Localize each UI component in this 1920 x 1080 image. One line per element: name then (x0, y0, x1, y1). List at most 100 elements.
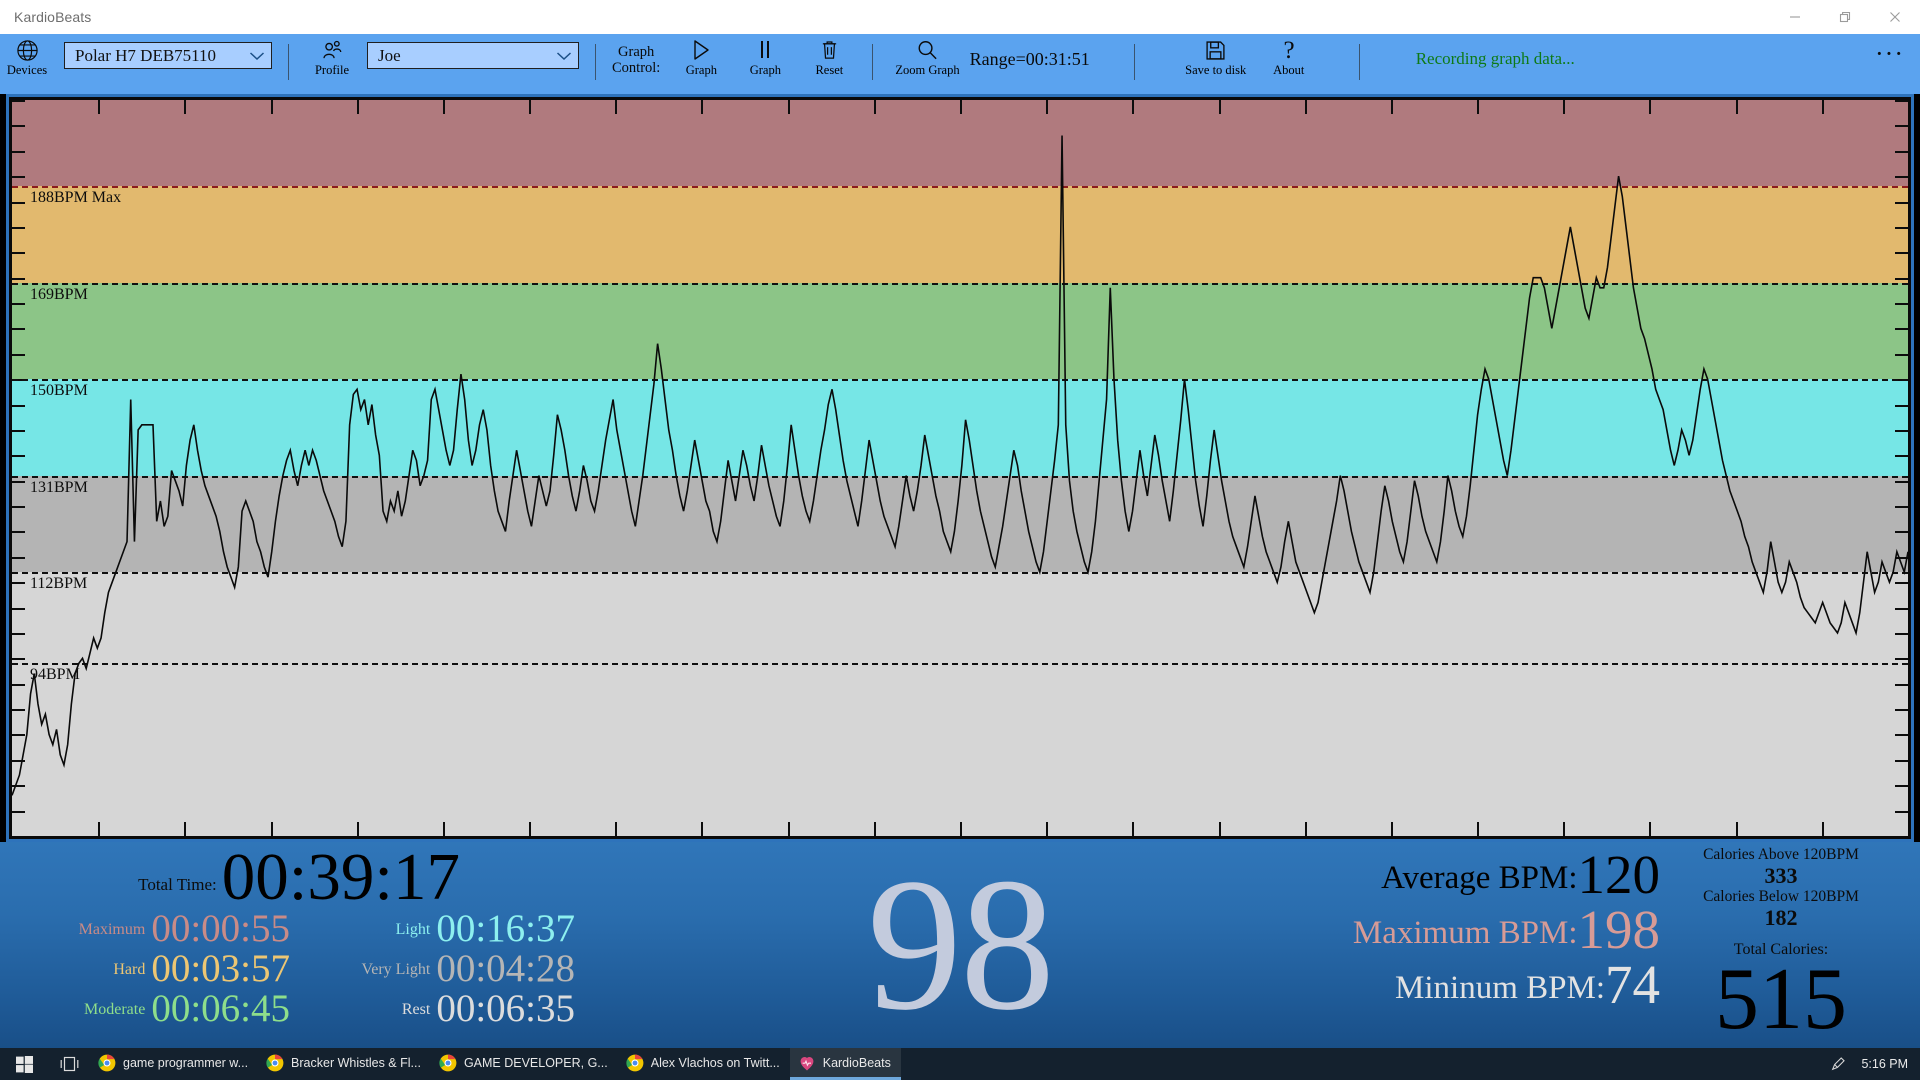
main-toolbar: Devices Polar H7 DEB75110 Profile Joe Gr… (0, 34, 1920, 94)
status-message: Recording graph data... (1415, 49, 1575, 68)
maximum-bpm-value: 198 (1577, 899, 1661, 960)
profile-select[interactable]: Joe (367, 42, 579, 69)
toolbar-divider (595, 44, 596, 80)
stats-right-column: Average BPM: 120 Maximum BPM: 198 Mininu… (1120, 842, 1920, 1048)
play-icon (691, 37, 711, 63)
pause-graph-label: Graph (749, 63, 781, 77)
zone-time-value: 00:04:28 (436, 947, 575, 990)
zone-time-label: Moderate (84, 1001, 146, 1018)
taskbar-item-label: GAME DEVELOPER, G... (463, 1055, 608, 1070)
heart-rate-graph[interactable]: 188BPM Max 169BPM 150BPM 131BPM 112BPM 94BPM (6, 94, 1914, 842)
toolbar-divider (872, 44, 874, 80)
zoom-graph-button[interactable]: Zoom Graph (889, 34, 965, 77)
minimize-icon[interactable] (1770, 0, 1820, 34)
taskbar-item[interactable]: Alex Vlachos on Twitt... (618, 1048, 790, 1080)
taskbar-item[interactable]: KardioBeats (789, 1048, 901, 1080)
toolbar-divider (1358, 44, 1360, 80)
app-window: KardioBeats Devices Polar H7 DEB75110 Pr… (0, 0, 1920, 1080)
zone-time-row: Moderate 00:06:45 (0, 988, 290, 1028)
pen-icon[interactable] (1823, 1056, 1853, 1072)
devices-button[interactable]: Devices (0, 34, 54, 77)
graph-control-label: Graph Control: (612, 34, 660, 76)
devices-label: Devices (6, 63, 48, 77)
toolbar-divider (288, 44, 289, 80)
zone-time-row: Rest 00:06:35 (285, 988, 575, 1028)
total-calories-value: 515 (1715, 951, 1847, 1048)
trash-icon (820, 37, 839, 63)
current-bpm-value: 98 (867, 842, 1055, 1048)
person-icon (321, 37, 344, 63)
chrome-icon (266, 1054, 284, 1072)
reset-graph-button[interactable]: Reset (802, 34, 856, 77)
play-graph-button[interactable]: Graph (674, 34, 728, 77)
taskbar-item[interactable]: GAME DEVELOPER, G... (431, 1048, 618, 1080)
taskbar-item-label: KardioBeats (822, 1055, 891, 1070)
taskbar-items: game programmer w... Bracker Whistles & F… (90, 1048, 901, 1080)
minimum-bpm-value: 74 (1605, 954, 1660, 1015)
close-icon[interactable] (1870, 0, 1920, 34)
chrome-icon (439, 1054, 457, 1072)
globe-icon (16, 37, 39, 63)
maximum-bpm-label: Maximum BPM: (1352, 915, 1578, 951)
taskbar-item[interactable]: Bracker Whistles & Fl... (258, 1048, 431, 1080)
zone-time-value: 00:06:45 (151, 987, 290, 1030)
about-label: About (1273, 63, 1305, 77)
profile-button[interactable]: Profile (305, 34, 359, 77)
profile-label: Profile (314, 63, 350, 77)
minimum-bpm-row: Mininum BPM: 74 (1120, 954, 1660, 1015)
save-to-disk-button[interactable]: Save to disk (1179, 34, 1253, 77)
window-title: KardioBeats (14, 9, 92, 25)
about-button[interactable]: ? About (1259, 34, 1319, 77)
zone-time-value: 00:06:35 (436, 987, 575, 1030)
toolbar-overflow-button[interactable]: ··· (1875, 34, 1920, 67)
system-tray: 5:16 PM (1823, 1056, 1920, 1072)
maximum-bpm-row: Maximum BPM: 198 (1120, 899, 1661, 960)
zone-time-value: 00:00:55 (151, 907, 290, 950)
stats-left-column: Total Time: 00:39:17 Maximum 00:00:55 Hard… (0, 842, 575, 1048)
kardiobeats-icon (798, 1054, 816, 1072)
zone-time-row: Hard 00:03:57 (0, 948, 290, 988)
window-titlebar: KardioBeats (0, 0, 1920, 34)
zone-time-label: Hard (113, 961, 146, 978)
play-graph-label: Graph (685, 63, 717, 77)
chevron-down-icon (556, 51, 572, 61)
total-time-value: 00:39:17 (221, 842, 460, 914)
y-axis-tick (12, 836, 25, 838)
graph-control-label-line1: Graph (618, 44, 655, 60)
zoom-graph-label: Zoom Graph (895, 63, 960, 77)
calories-above-label: Calories Above 120BPM (1703, 846, 1859, 863)
chevron-down-icon (249, 51, 265, 61)
average-bpm-value: 120 (1577, 844, 1661, 905)
maximize-icon[interactable] (1820, 0, 1870, 34)
heart-rate-trace (12, 135, 1908, 796)
average-bpm-row: Average BPM: 120 (1120, 844, 1661, 905)
total-time-row: Total Time: 00:39:17 (0, 842, 460, 914)
task-view-icon[interactable] (48, 1048, 90, 1080)
windows-start-icon[interactable] (0, 1048, 48, 1080)
chrome-icon (626, 1054, 644, 1072)
taskbar-item[interactable]: game programmer w... (90, 1048, 258, 1080)
profile-select-value: Joe (378, 45, 401, 65)
zone-time-value: 00:03:57 (151, 947, 290, 990)
calories-block: Calories Above 120BPM 333 Calories Below… (1656, 846, 1906, 1048)
zone-time-value: 00:16:37 (436, 907, 575, 950)
question-mark-icon: ? (1279, 37, 1299, 63)
zone-time-label: Rest (401, 1001, 431, 1018)
zone-time-label: Maximum (78, 921, 146, 938)
taskbar-item-label: game programmer w... (123, 1055, 249, 1070)
zone-times-col-right: Light 00:16:37 Very Light 00:04:28 Rest 00:06… (285, 908, 575, 1028)
toolbar-divider (1133, 44, 1135, 80)
calories-below-value: 182 (1764, 905, 1798, 930)
taskbar-item-label: Bracker Whistles & Fl... (291, 1055, 421, 1070)
range-readout: Range=00:31:51 (969, 49, 1090, 69)
pause-graph-button[interactable]: Graph (738, 34, 792, 77)
stats-panel: 98 Total Time: 00:39:17 Maximum 00:00:55 H… (0, 842, 1920, 1048)
taskbar-clock[interactable]: 5:16 PM (1853, 1057, 1908, 1071)
zone-time-label: Light (395, 921, 431, 938)
graph-plot-area[interactable]: 188BPM Max 169BPM 150BPM 131BPM 112BPM 94BPM (9, 97, 1911, 839)
device-select[interactable]: Polar H7 DEB75110 (64, 42, 272, 69)
pause-icon (756, 37, 774, 63)
floppy-disk-icon (1205, 37, 1226, 63)
window-controls (1770, 0, 1920, 34)
minimum-bpm-label: Mininum BPM: (1395, 970, 1605, 1006)
